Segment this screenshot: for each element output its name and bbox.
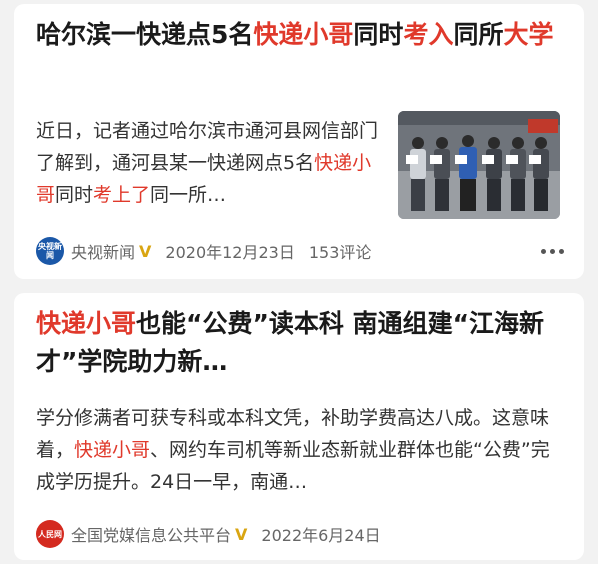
group-photo-image: [398, 111, 560, 219]
article-thumbnail[interactable]: [398, 111, 560, 219]
article-summary: 近日，记者通过哈尔滨市通河县网信部门了解到，通河县某一快递网点5名快递小哥同时考…: [36, 120, 379, 206]
verified-icon: V: [139, 241, 152, 261]
publish-date: 2022年6月24日: [261, 526, 381, 545]
article-summary: 学分修满者可获专科或本科文凭，补助学费高达八成。这意味着，快递小哥、网约车司机等…: [36, 407, 550, 493]
publish-date: 2020年12月23日: [165, 243, 295, 262]
comment-count[interactable]: 153评论: [309, 239, 372, 263]
source-name[interactable]: 全国党媒信息公共平台: [71, 522, 231, 546]
verified-icon: V: [235, 524, 248, 544]
news-card[interactable]: 快递小哥也能“公费”读本科 南通组建“江海新才”学院助力新… 学分修满者可获专科…: [14, 293, 584, 560]
cctv-news-logo-icon: 央视新闻: [36, 237, 64, 265]
article-title[interactable]: 快递小哥也能“公费”读本科 南通组建“江海新才”学院助力新…: [36, 305, 566, 381]
more-icon[interactable]: [541, 236, 564, 266]
article-meta: 人民网 全国党媒信息公共平台 V 2022年6月24日: [36, 519, 564, 549]
news-card[interactable]: 哈尔滨一快递点5名快递小哥同时考入同所大学 近日，记者通过哈尔滨市通河县网信部门…: [14, 4, 584, 279]
source-name[interactable]: 央视新闻: [71, 239, 135, 263]
article-meta: 央视新闻 央视新闻 V 2020年12月23日 153评论: [36, 236, 564, 266]
people-daily-logo-icon: 人民网: [36, 520, 64, 548]
article-title[interactable]: 哈尔滨一快递点5名快递小哥同时考入同所大学: [36, 16, 566, 54]
